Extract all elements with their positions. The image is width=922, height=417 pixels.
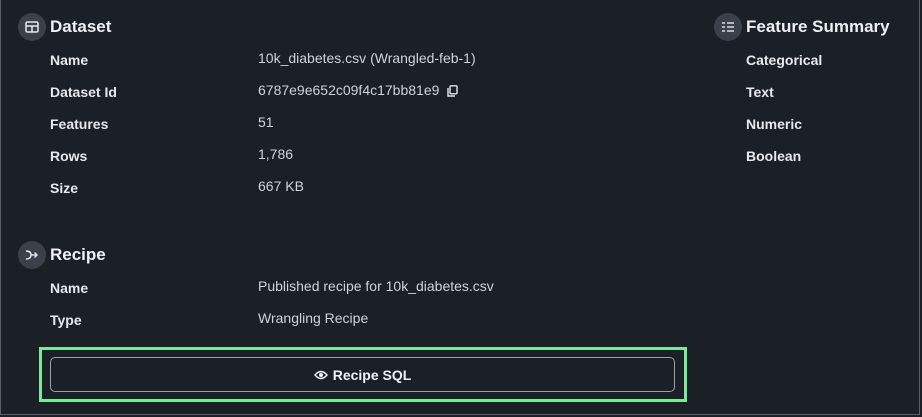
dataset-size-label: Size	[50, 180, 79, 196]
feature-type-numeric: Numeric	[746, 116, 803, 132]
dataset-features-value: 51	[258, 114, 274, 130]
eye-icon	[313, 367, 333, 383]
dataset-id-label: Dataset Id	[50, 84, 117, 100]
feature-type-boolean: Boolean	[746, 148, 802, 164]
dataset-size-value: 667 KB	[258, 178, 304, 194]
recipe-sql-label: Recipe SQL	[332, 366, 412, 383]
copy-icon[interactable]	[447, 84, 459, 100]
recipe-name-label: Name	[50, 280, 89, 296]
recipe-type-label: Type	[50, 312, 82, 328]
recipe-title: Recipe	[50, 245, 106, 264]
feature-summary-title: Feature Summary	[746, 17, 890, 36]
dataset-title: Dataset	[50, 17, 112, 36]
dataset-name-label: Name	[50, 52, 89, 68]
recipe-name-value: Published recipe for 10k_diabetes.csv	[258, 278, 494, 294]
feature-type-text: Text	[746, 84, 774, 100]
recipe-sql-button[interactable]: Recipe SQL	[50, 357, 675, 392]
dataset-rows-value: 1,786	[258, 146, 294, 162]
feature-type-categorical: Categorical	[746, 52, 823, 68]
dataset-id-row: 6787e9e652c09f4c17bb81e9	[258, 82, 459, 100]
dataset-features-label: Features	[50, 116, 109, 132]
dataset-rows-label: Rows	[50, 148, 88, 164]
dataset-name-value: 10k_diabetes.csv (Wrangled-feb-1)	[258, 50, 476, 66]
recipe-header: Recipe	[18, 241, 106, 269]
recipe-icon	[18, 241, 46, 269]
feature-summary-header: Feature Summary	[714, 13, 890, 41]
dataset-header: Dataset	[18, 13, 111, 41]
list-icon	[714, 13, 742, 41]
recipe-type-value: Wrangling Recipe	[258, 310, 369, 326]
dataset-id-value: 6787e9e652c09f4c17bb81e9	[258, 82, 440, 98]
table-icon	[18, 13, 46, 41]
